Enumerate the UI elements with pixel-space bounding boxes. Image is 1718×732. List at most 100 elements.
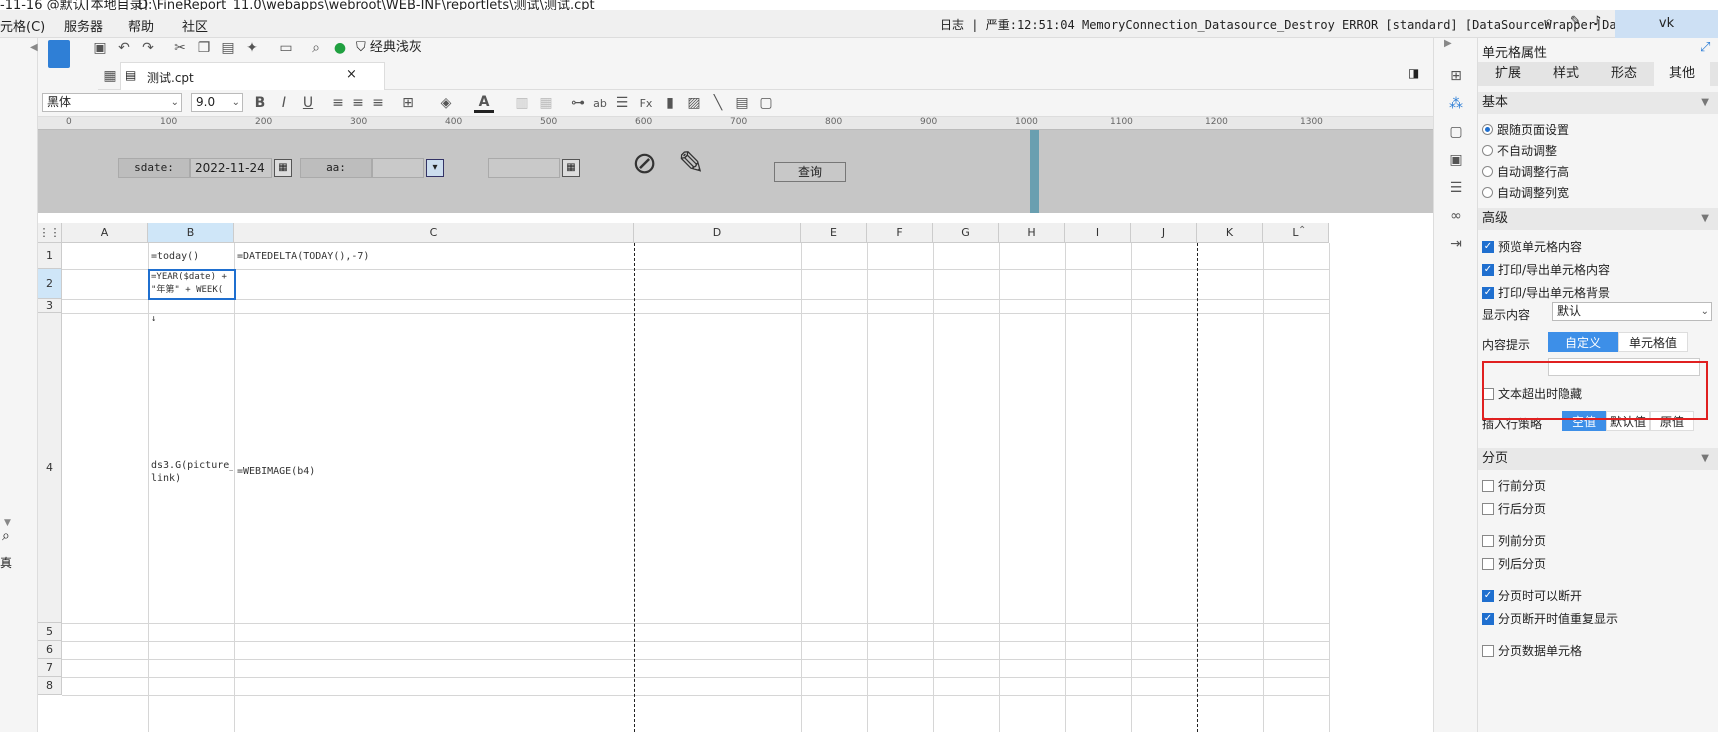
bell-icon[interactable]: ♪ <box>1593 14 1601 29</box>
query-button[interactable]: 查询 <box>774 162 846 182</box>
unmerge-icon[interactable]: ▦ <box>536 93 556 113</box>
column-header-g[interactable]: G <box>933 223 999 243</box>
link-icon[interactable]: ⊶ <box>568 93 588 113</box>
undo-icon[interactable]: ↶ <box>114 38 134 58</box>
section-advanced-header[interactable]: 高级 ▼ <box>1478 208 1718 230</box>
sdate-input[interactable]: 2022-11-24 <box>190 158 272 178</box>
format-painter-icon[interactable]: ✦ <box>242 38 262 58</box>
merge-icon[interactable]: ▥ <box>512 93 532 113</box>
search-icon[interactable]: ⌕ <box>2 528 10 544</box>
pin-icon[interactable]: ⤢ <box>1700 40 1710 55</box>
section-basic-header[interactable]: 基本 ▼ <box>1478 92 1718 114</box>
check-page-data-cell[interactable]: 分页数据单元格 <box>1482 642 1582 659</box>
menu-help[interactable]: 帮助 <box>128 16 154 35</box>
search-preview-icon[interactable]: ⌕ <box>306 38 326 58</box>
chart-icon[interactable]: ▮ <box>660 93 680 113</box>
cell-c1[interactable]: =DATEDELTA(TODAY(),-7) <box>237 250 537 263</box>
menu-cell[interactable]: 元格(C) <box>0 16 45 35</box>
font-size-select[interactable]: 9.0 ⌄ <box>191 93 243 112</box>
corner-cell[interactable]: ⋮⋮ <box>38 223 62 243</box>
redo-icon[interactable]: ↷ <box>138 38 158 58</box>
export-icon[interactable]: ⇥ <box>1446 234 1466 254</box>
bold-icon[interactable]: B <box>250 93 270 113</box>
tab-expand[interactable]: 扩展 <box>1480 62 1536 86</box>
tab-form[interactable]: 形态 <box>1596 62 1652 86</box>
save-icon[interactable]: ▣ <box>90 38 110 58</box>
border-icon[interactable]: ⊞ <box>398 93 418 113</box>
file-tab[interactable]: ▤ 测试.cpt × <box>120 62 385 90</box>
font-color-icon[interactable]: A <box>474 93 494 113</box>
frame-icon[interactable]: ▢ <box>756 93 776 113</box>
row-header-1[interactable]: 1 <box>38 243 62 269</box>
radio-auto-row-height[interactable]: 自动调整行高 <box>1482 163 1569 180</box>
row-header-2[interactable]: 2 <box>38 269 62 299</box>
formula-icon[interactable]: Fx <box>636 93 656 113</box>
row-header-4[interactable]: 4 <box>38 313 62 623</box>
tip-custom-option[interactable]: 自定义 <box>1548 332 1618 352</box>
row-header-5[interactable]: 5 <box>38 623 62 641</box>
chevron-down-icon[interactable]: ▼ <box>4 518 11 528</box>
grid-icon[interactable]: ▦ <box>100 66 120 86</box>
calendar-icon[interactable]: ▦ <box>562 159 580 177</box>
column-header-a[interactable]: A <box>62 223 148 243</box>
row-header-6[interactable]: 6 <box>38 641 62 659</box>
cell-c4[interactable]: =WEBIMAGE(b4) <box>237 465 437 478</box>
aa-input[interactable] <box>372 158 424 178</box>
column-header-j[interactable]: J <box>1131 223 1197 243</box>
preview-icon[interactable]: ▭ <box>276 38 296 58</box>
check-page-breakable[interactable]: ✓ 分页时可以断开 <box>1482 587 1582 604</box>
cell-element-icon[interactable]: ⊞ <box>1446 66 1466 86</box>
date-input-2[interactable] <box>488 158 560 178</box>
check-page-after-row[interactable]: 行后分页 <box>1482 500 1546 517</box>
column-header-l[interactable]: L <box>1263 223 1329 243</box>
display-content-select[interactable]: 默认 ⌄ <box>1552 302 1712 321</box>
row-header-3[interactable]: 3 <box>38 299 62 313</box>
copy-icon[interactable]: ❐ <box>194 38 214 58</box>
paragraph-icon[interactable]: ☰ <box>612 93 632 113</box>
check-icon[interactable]: ● <box>330 38 350 58</box>
float-element-icon[interactable]: ▢ <box>1446 122 1466 142</box>
check-print-background[interactable]: ✓ 打印/导出单元格背景 <box>1482 284 1610 301</box>
radio-no-adjust[interactable]: 不自动调整 <box>1482 142 1557 159</box>
cell-attributes-icon[interactable]: ⁂ <box>1446 94 1466 114</box>
text-icon[interactable]: ab <box>590 93 610 113</box>
row-header-8[interactable]: 8 <box>38 677 62 695</box>
check-print-content[interactable]: ✓ 打印/导出单元格内容 <box>1482 261 1610 278</box>
tip-cell-value-option[interactable]: 单元格值 <box>1618 332 1688 352</box>
pencil-icon[interactable]: ✎ <box>678 144 705 182</box>
radio-follow-page[interactable]: 跟随页面设置 <box>1482 121 1569 138</box>
check-page-before-col[interactable]: 列前分页 <box>1482 532 1546 549</box>
collapse-right-icon[interactable]: ▶ <box>1444 38 1452 49</box>
cell-b4[interactable]: ds3.G(picture_ link) <box>151 459 233 485</box>
align-center-icon[interactable]: ≡ <box>348 93 368 113</box>
column-header-b[interactable]: B <box>148 223 234 243</box>
column-header-i[interactable]: I <box>1065 223 1131 243</box>
check-page-repeat-value[interactable]: ✓ 分页断开时值重复显示 <box>1482 610 1618 627</box>
column-header-f[interactable]: F <box>867 223 933 243</box>
eye-off-icon[interactable]: ⊘ <box>632 146 657 181</box>
font-family-select[interactable]: 黑体 ⌄ <box>42 93 182 112</box>
subreport-icon[interactable]: ▤ <box>732 93 752 113</box>
cut-icon[interactable]: ✂ <box>170 38 190 58</box>
edit-icon[interactable]: ✎ <box>1570 14 1581 29</box>
radio-auto-col-width[interactable]: 自动调整列宽 <box>1482 184 1569 201</box>
paste-icon[interactable]: ▤ <box>218 38 238 58</box>
tab-other[interactable]: 其他 <box>1654 62 1710 86</box>
column-header-c[interactable]: C <box>234 223 634 243</box>
row-header-7[interactable]: 7 <box>38 659 62 677</box>
column-header-d[interactable]: D <box>634 223 801 243</box>
user-account[interactable]: vk <box>1615 10 1718 38</box>
spreadsheet-grid[interactable]: ⋮⋮ A B C D E F G H I J K L ⌃ 1 2 3 4 5 6… <box>38 223 1431 732</box>
align-right-icon[interactable]: ≡ <box>368 93 388 113</box>
check-preview-content[interactable]: ✓ 预览单元格内容 <box>1482 238 1582 255</box>
align-left-icon[interactable]: ≡ <box>328 93 348 113</box>
section-paging-header[interactable]: 分页 ▼ <box>1478 448 1718 470</box>
menu-community[interactable]: 社区 <box>182 16 208 35</box>
check-page-before-row[interactable]: 行前分页 <box>1482 477 1546 494</box>
template-icon[interactable] <box>48 40 70 68</box>
condition-icon[interactable]: ☰ <box>1446 178 1466 198</box>
dropdown-icon[interactable]: ▾ <box>426 159 444 177</box>
more-tabs-icon[interactable]: ◨ <box>1408 66 1419 80</box>
slash-icon[interactable]: ╲ <box>708 93 728 113</box>
underline-icon[interactable]: U <box>298 93 318 113</box>
